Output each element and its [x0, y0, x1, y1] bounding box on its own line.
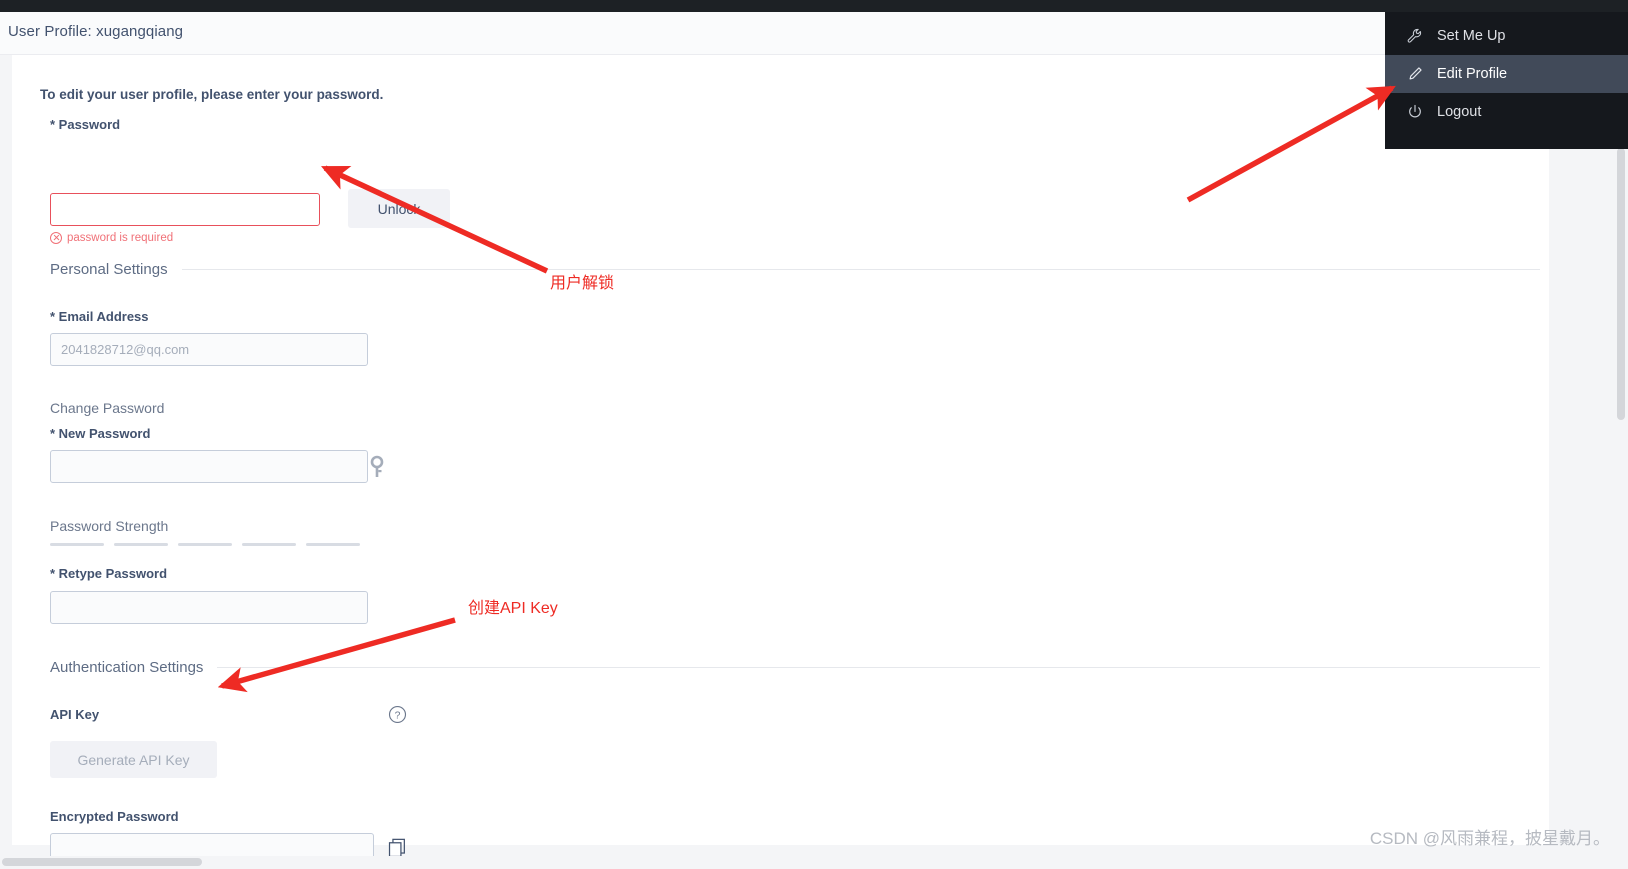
strength-segment — [306, 543, 360, 546]
password-strength-meter — [50, 543, 360, 546]
menu-item-logout[interactable]: Logout — [1385, 93, 1628, 131]
power-icon — [1405, 103, 1425, 121]
profile-card: To edit your user profile, please enter … — [12, 55, 1549, 866]
authentication-settings-title: Authentication Settings — [50, 659, 204, 676]
unlock-intro-text: To edit your user profile, please enter … — [40, 87, 384, 102]
annotation-label-unlock: 用户解锁 — [550, 275, 615, 292]
page-header: User Profile: xugangqiang — [0, 12, 1549, 55]
horizontal-scrollbar-thumb[interactable] — [2, 858, 202, 866]
menu-item-label: Logout — [1437, 104, 1482, 120]
wrench-icon — [1405, 27, 1425, 45]
menu-item-edit-profile[interactable]: Edit Profile — [1385, 55, 1628, 93]
email-address-label: * Email Address — [50, 309, 149, 324]
watermark: CSDN @风雨兼程，披星戴月。 — [1369, 829, 1610, 848]
section-divider — [181, 269, 1540, 270]
annotation-label-api-key: 创建API Key — [468, 600, 558, 617]
menu-item-label: Set Me Up — [1437, 28, 1506, 44]
user-profile-page: User Profile: xugangqiang To edit your u… — [0, 0, 1628, 869]
personal-settings-title: Personal Settings — [50, 261, 168, 278]
section-divider — [217, 667, 1540, 668]
top-bar — [0, 0, 1628, 12]
strength-segment — [242, 543, 296, 546]
generate-api-key-button[interactable]: Generate API Key — [50, 741, 217, 778]
strength-segment — [50, 543, 104, 546]
new-password-input[interactable] — [50, 450, 368, 483]
password-error-text: password is required — [67, 232, 174, 244]
menu-item-label: Edit Profile — [1437, 66, 1508, 82]
email-address-input[interactable] — [50, 333, 368, 366]
copy-icon[interactable] — [388, 838, 407, 858]
svg-text:?: ? — [395, 710, 401, 721]
api-key-label: API Key — [50, 707, 100, 722]
change-password-label: Change Password — [50, 400, 165, 416]
menu-item-set-me-up[interactable]: Set Me Up — [1385, 17, 1628, 55]
authentication-settings-section-header: Authentication Settings — [50, 659, 1540, 676]
password-input[interactable] — [50, 193, 320, 226]
password-strength-label: Password Strength — [50, 518, 169, 534]
password-label: * Password — [50, 117, 121, 132]
right-gutter — [1549, 55, 1614, 855]
unlock-button[interactable]: Unlock — [348, 189, 450, 228]
page-title: User Profile: xugangqiang — [8, 23, 184, 40]
horizontal-scrollbar-track[interactable] — [0, 856, 1614, 869]
personal-settings-section-header: Personal Settings — [50, 261, 1540, 278]
new-password-label: * New Password — [50, 426, 151, 441]
pencil-icon — [1405, 65, 1425, 83]
key-icon — [368, 455, 386, 477]
error-circle-x-icon — [50, 232, 62, 244]
retype-password-input[interactable] — [50, 591, 368, 624]
encrypted-password-label: Encrypted Password — [50, 809, 179, 824]
retype-password-label: * Retype Password — [50, 566, 168, 581]
question-circle-icon[interactable]: ? — [388, 705, 407, 724]
vertical-scrollbar-thumb[interactable] — [1617, 148, 1625, 420]
strength-segment — [178, 543, 232, 546]
profile-dropdown-menu: Set Me Up Edit Profile Logout — [1385, 12, 1628, 149]
password-error: password is required — [50, 232, 173, 244]
strength-segment — [114, 543, 168, 546]
